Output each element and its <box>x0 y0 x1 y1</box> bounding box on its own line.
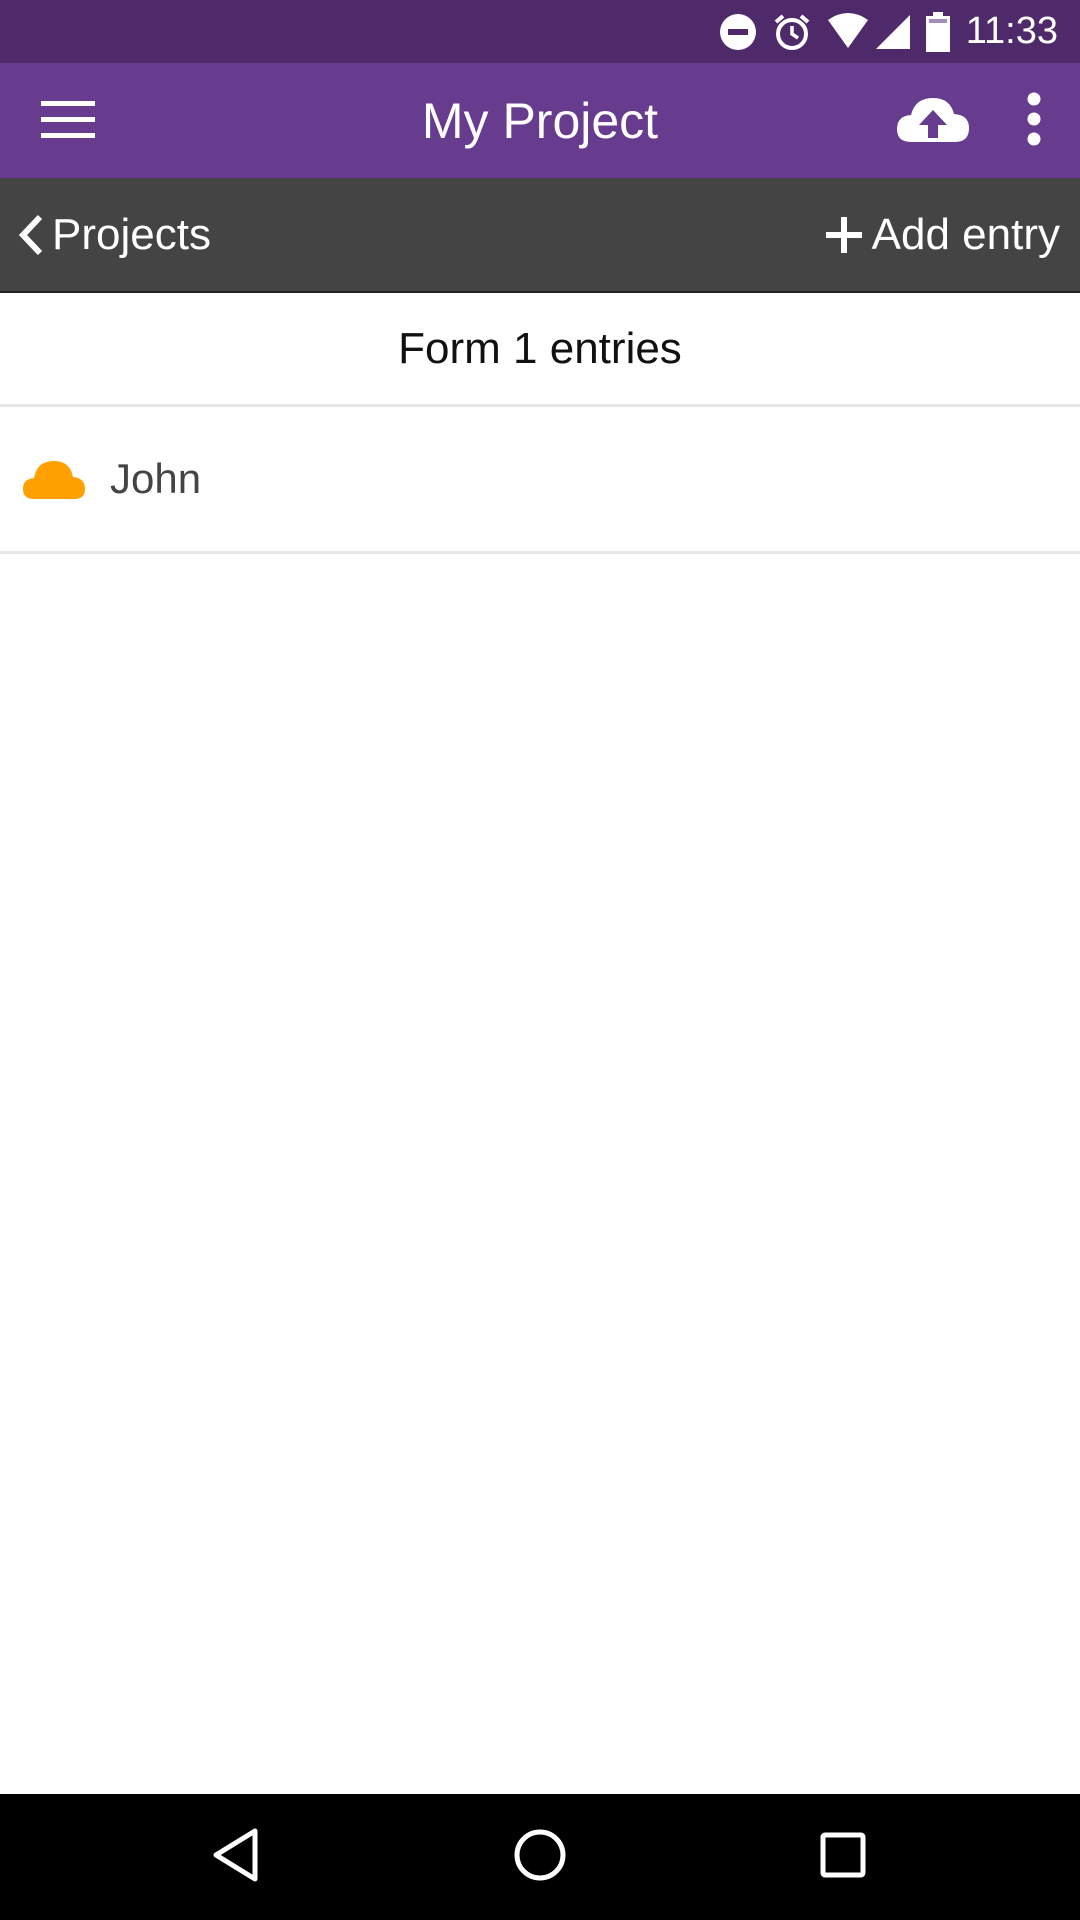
nav-home-button[interactable] <box>500 1817 580 1897</box>
entry-list: John <box>0 407 1080 554</box>
cloud-icon <box>22 457 86 501</box>
nav-back-button[interactable] <box>196 1817 276 1897</box>
list-item[interactable]: John <box>0 407 1080 554</box>
alarm-icon <box>772 12 812 52</box>
more-vert-icon <box>1026 92 1042 151</box>
menu-button[interactable] <box>30 91 106 151</box>
overflow-menu-button[interactable] <box>1010 88 1058 154</box>
cell-signal-icon <box>874 13 912 51</box>
status-bar: 11:33 <box>0 0 1080 63</box>
cloud-upload-icon <box>895 94 971 149</box>
nav-recents-button[interactable] <box>803 1817 883 1897</box>
do-not-disturb-icon <box>718 12 758 52</box>
status-time: 11:33 <box>965 10 1058 52</box>
home-icon <box>513 1828 567 1887</box>
sub-toolbar: Projects Add entry <box>0 178 1080 293</box>
projects-back-button[interactable]: Projects <box>18 178 211 291</box>
add-entry-button[interactable]: Add entry <box>825 178 1060 291</box>
entry-name: John <box>110 455 202 502</box>
navigation-bar <box>0 1794 1080 1920</box>
back-icon <box>211 1827 261 1888</box>
recents-icon <box>819 1831 867 1884</box>
plus-icon <box>825 216 862 253</box>
add-entry-label: Add entry <box>871 209 1060 259</box>
wifi-icon <box>826 12 870 52</box>
upload-button[interactable] <box>890 88 976 154</box>
section-title: Form 1 entries <box>0 293 1080 407</box>
app-bar: My Project <box>0 63 1080 178</box>
chevron-left-icon <box>18 214 44 256</box>
battery-icon <box>925 11 950 52</box>
menu-icon <box>41 99 95 144</box>
projects-back-label: Projects <box>52 209 211 259</box>
